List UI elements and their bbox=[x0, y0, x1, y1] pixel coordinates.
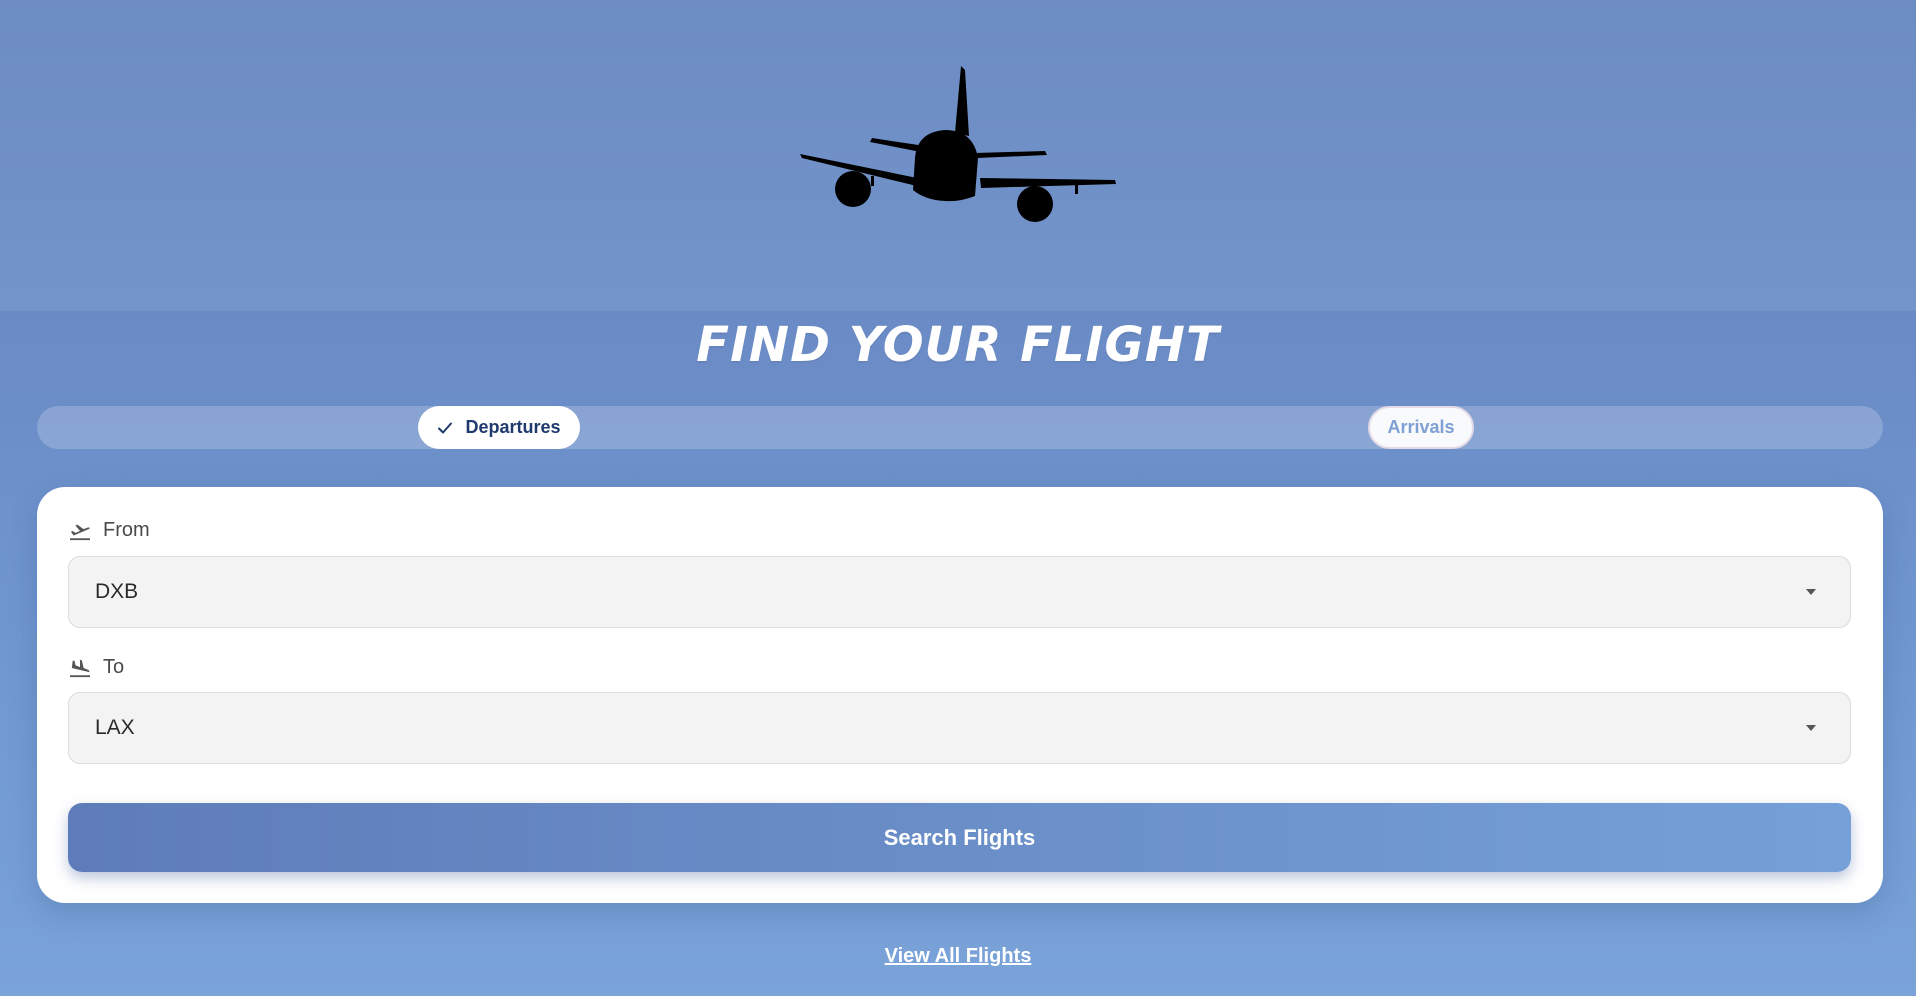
check-icon bbox=[437, 420, 453, 436]
from-label-text: From bbox=[103, 519, 150, 541]
chevron-down-icon bbox=[1806, 589, 1816, 595]
to-label-text: To bbox=[103, 656, 125, 678]
flight-takeoff-icon bbox=[70, 524, 90, 540]
search-form-card: From DXB To LAX Search Flights bbox=[37, 487, 1883, 903]
from-field-label: From bbox=[69, 519, 150, 542]
to-select[interactable]: LAX bbox=[68, 692, 1851, 764]
tab-departures-label: Departures bbox=[465, 417, 561, 437]
tab-departures[interactable]: Departures bbox=[418, 406, 580, 449]
chevron-down-icon bbox=[1806, 725, 1816, 731]
to-select-value: LAX bbox=[95, 716, 135, 739]
from-select[interactable]: DXB bbox=[68, 556, 1851, 628]
page-title: FIND YOUR FLIGHT bbox=[696, 317, 1220, 373]
flight-type-tabs: Departures Arrivals bbox=[37, 406, 1883, 449]
to-field-label: To bbox=[69, 656, 124, 679]
hero-banner bbox=[0, 0, 1916, 311]
search-flights-button[interactable]: Search Flights bbox=[68, 803, 1851, 872]
airplane-silhouette-icon bbox=[800, 66, 1116, 222]
from-select-value: DXB bbox=[95, 580, 139, 603]
tab-arrivals[interactable]: Arrivals bbox=[1368, 406, 1474, 449]
flight-land-icon bbox=[70, 659, 90, 677]
view-all-flights-link[interactable]: View All Flights bbox=[885, 945, 1032, 967]
view-all-flights-container: View All Flights bbox=[0, 945, 1916, 968]
tab-arrivals-label: Arrivals bbox=[1387, 417, 1455, 437]
